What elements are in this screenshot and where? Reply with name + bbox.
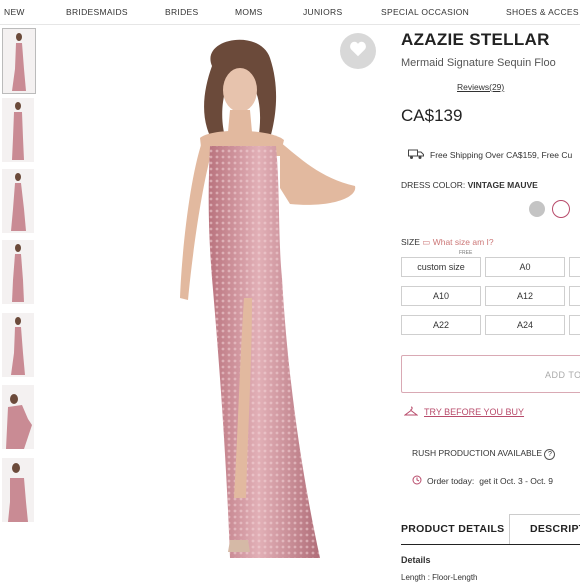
size-option-a22[interactable]: A22 [401, 315, 481, 335]
free-tag: FREE [459, 250, 473, 256]
heart-icon [349, 41, 367, 62]
tab-description[interactable]: DESCRIPT [530, 523, 580, 535]
size-option-a24[interactable]: A24 [485, 315, 565, 335]
details-length: Length : Floor-Length [401, 573, 478, 582]
product-brand: AZAZIE STELLAR [401, 30, 550, 49]
rush-production-text: RUSH PRODUCTION AVAILABLE [412, 448, 543, 458]
product-subtitle: Mermaid Signature Sequin Floo [401, 57, 556, 69]
favorite-button[interactable] [340, 33, 376, 69]
size-guide-link[interactable]: What size am I? [433, 237, 494, 247]
order-estimate: Order today: get it Oct. 3 - Oct. 9 [412, 475, 553, 487]
add-to-bag-button[interactable]: ADD TO [401, 355, 580, 393]
size-option-next-1[interactable] [569, 257, 580, 277]
nav-bridesmaids[interactable]: BRIDESMAIDS [66, 7, 128, 17]
top-nav: NEW BRIDESMAIDS BRIDES MOMS JUNIORS SPEC… [0, 0, 580, 25]
thumbnail-5[interactable] [2, 313, 34, 377]
size-option-custom[interactable]: custom size [401, 257, 481, 277]
size-label-text: SIZE [401, 237, 420, 247]
reviews-link[interactable]: Reviews(29) [457, 82, 504, 92]
shipping-info: Free Shipping Over CA$159, Free Cu [408, 148, 572, 162]
nav-juniors[interactable]: JUNIORS [303, 7, 342, 17]
rush-production: RUSH PRODUCTION AVAILABLE ? [412, 448, 556, 460]
size-option-a12[interactable]: A12 [485, 286, 565, 306]
clock-icon [412, 475, 422, 487]
tab-product-details[interactable]: PRODUCT DETAILS [401, 523, 504, 535]
dress-color-label: DRESS COLOR: VINTAGE MAUVE [401, 180, 538, 190]
color-label-text: DRESS COLOR: [401, 180, 466, 190]
hanger-icon [403, 406, 419, 418]
thumbnail-4[interactable] [2, 240, 34, 304]
product-image [180, 39, 356, 558]
try-before-you-buy-link[interactable]: TRY BEFORE YOU BUY [403, 406, 525, 418]
nav-brides[interactable]: BRIDES [165, 7, 198, 17]
product-price: CA$139 [401, 106, 463, 125]
color-swatch-grey[interactable] [529, 201, 545, 217]
measure-icon: ▭ [422, 237, 431, 247]
size-option-a10[interactable]: A10 [401, 286, 481, 306]
thumbnail-3[interactable] [2, 169, 34, 233]
thumbnail-1[interactable] [2, 28, 36, 94]
size-label: SIZE ▭ What size am I? [401, 237, 494, 248]
shipping-text: Free Shipping Over CA$159, Free Cu [430, 150, 573, 160]
size-option-next-3[interactable] [569, 315, 580, 335]
thumbnail-2[interactable] [2, 98, 34, 162]
size-option-a0[interactable]: A0 [485, 257, 565, 277]
order-value: get it Oct. 3 - Oct. 9 [479, 476, 553, 486]
product-tabs: PRODUCT DETAILS DESCRIPT [401, 514, 580, 545]
nav-shoes-accessories[interactable]: SHOES & ACCES [506, 7, 579, 17]
truck-icon [408, 148, 424, 162]
help-icon[interactable]: ? [544, 449, 556, 460]
thumbnail-7[interactable] [2, 458, 34, 522]
nav-moms[interactable]: MOMS [235, 7, 263, 17]
color-swatch-vintage-mauve[interactable] [552, 200, 570, 218]
size-option-next-2[interactable] [569, 286, 580, 306]
add-to-bag-label: ADD TO [545, 370, 580, 380]
details-heading: Details [401, 555, 431, 565]
thumbnail-6[interactable] [2, 385, 34, 449]
try-before-you-buy-label: TRY BEFORE YOU BUY [424, 407, 525, 417]
color-value: VINTAGE MAUVE [467, 180, 538, 190]
order-label: Order today: [427, 476, 475, 486]
nav-new[interactable]: NEW [4, 7, 25, 17]
nav-special-occasion[interactable]: SPECIAL OCCASION [381, 7, 469, 17]
